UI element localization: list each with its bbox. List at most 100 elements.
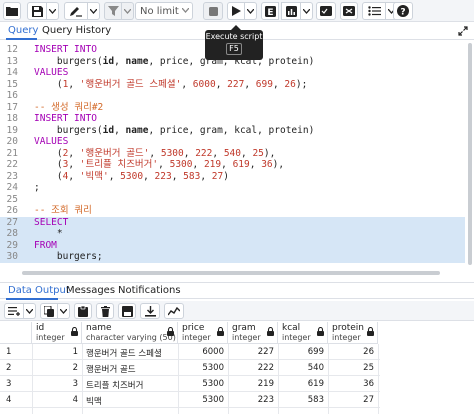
column-header-id[interactable]: id integer (32, 322, 82, 344)
explain-icon: E (264, 5, 276, 17)
editor-line[interactable]: 15 (1, '행운버거 골드 스페셜', 6000, 227, 699, 26… (0, 79, 465, 91)
cell-kcal[interactable]: 540 (278, 363, 324, 373)
cell-protein[interactable]: 27 (328, 395, 374, 405)
add-row-button[interactable] (4, 303, 24, 319)
copy-button[interactable] (40, 303, 58, 319)
code-token: , (272, 78, 285, 90)
sql-editor[interactable]: 30 burgers; 29 FROM 28 * 27 SELECT 26 -- 조회 쿼리 2… (0, 41, 474, 281)
table-row[interactable]: 4 4 빅맥 5300 223 583 27 (0, 392, 380, 408)
editor-line[interactable]: 17 -- 생성 쿼리#2 (0, 102, 465, 114)
add-row-icon (7, 307, 20, 316)
cell-gram[interactable]: 227 (228, 347, 274, 357)
stop-button[interactable] (203, 2, 223, 20)
cell-rownum[interactable]: 2 (6, 363, 11, 373)
commit-button[interactable] (316, 2, 336, 20)
editor-line[interactable]: 20 VALUES (0, 136, 465, 148)
cell-rownum[interactable]: 3 (6, 379, 11, 389)
editor-line[interactable]: 29 FROM (0, 239, 465, 251)
cell-name[interactable]: 행운버거 골드 (86, 363, 136, 375)
code-token: , (143, 170, 155, 182)
save-data-button[interactable] (118, 303, 136, 319)
add-row-dropdown-button[interactable] (24, 303, 36, 319)
tab-query-history[interactable]: Query History (42, 25, 111, 36)
data-output-toolbar (0, 301, 474, 321)
filter-dropdown-button[interactable] (122, 2, 134, 20)
column-header-gram[interactable]: gram integer (228, 322, 278, 344)
table-row[interactable]: 1 1 행운버거 골드 스페셜 6000 227 699 26 (0, 344, 380, 360)
cell-protein[interactable]: 25 (328, 363, 374, 373)
cell-id[interactable]: 4 (32, 395, 78, 405)
column-header-price[interactable]: price integer (178, 322, 228, 344)
editor-vertical-scrollbar[interactable] (468, 43, 472, 265)
tab-notifications[interactable]: Notifications (118, 285, 181, 296)
rollback-button[interactable] (340, 2, 358, 20)
editor-line[interactable]: 21 (2, '행운버거 골드', 5300, 222, 540, 25), (0, 148, 465, 160)
column-header-kcal[interactable]: kcal integer (278, 322, 328, 344)
save-button[interactable] (27, 2, 47, 20)
column-header-protein[interactable]: protein integer (328, 322, 378, 344)
cell-gram[interactable]: 219 (228, 379, 274, 389)
cell-rownum[interactable]: 4 (6, 395, 11, 405)
editor-line[interactable]: 27 SELECT (0, 216, 465, 228)
paste-button[interactable] (74, 303, 92, 319)
editor-line[interactable]: 24; (0, 182, 465, 194)
edit-button[interactable] (64, 2, 88, 20)
explain-dropdown-button[interactable] (301, 2, 313, 20)
cell-gram[interactable]: 222 (228, 363, 274, 373)
help-button[interactable]: ? (393, 2, 413, 20)
editor-line[interactable]: 18 INSERT INTO (0, 113, 465, 125)
cell-name[interactable]: 행운버거 골드 스페셜 (86, 347, 162, 359)
cell-kcal[interactable]: 699 (278, 347, 324, 357)
copy-dropdown-button[interactable] (58, 303, 70, 319)
execute-script-button[interactable] (227, 2, 245, 20)
cell-rownum[interactable]: 1 (6, 347, 11, 357)
editor-line[interactable]: 14 VALUES (0, 67, 465, 79)
open-file-button[interactable] (3, 2, 21, 20)
cell-id[interactable]: 1 (32, 347, 78, 357)
cell-price[interactable]: 5300 (178, 379, 224, 389)
execute-dropdown-button[interactable] (245, 2, 257, 20)
save-dropdown-button[interactable] (47, 2, 59, 20)
graph-visualiser-button[interactable] (164, 303, 184, 319)
editor-horizontal-scrollbar[interactable] (22, 271, 440, 275)
editor-line[interactable]: 16 (0, 90, 465, 102)
save-data-icon (121, 305, 133, 317)
editor-line[interactable]: 22 (3, '트리플 치즈버거', 5300, 219, 619, 36), (0, 159, 465, 171)
cell-id[interactable]: 2 (32, 363, 78, 373)
tab-data-output[interactable]: Data Output (8, 285, 70, 296)
tab-messages[interactable]: Messages (66, 285, 115, 296)
macros-button[interactable] (362, 2, 386, 20)
delete-button[interactable] (96, 303, 114, 319)
editor-line[interactable]: 25 (0, 194, 465, 206)
code-token: 5300 (169, 159, 193, 170)
explain-button[interactable]: E (261, 2, 279, 20)
line-number: 18 (6, 113, 18, 124)
edit-dropdown-button[interactable] (88, 2, 100, 20)
editor-line[interactable]: 23 (4, '빅맥', 5300, 223, 583, 27) (0, 171, 465, 183)
cell-protein[interactable]: 36 (328, 379, 374, 389)
download-button[interactable] (140, 303, 160, 319)
cell-gram[interactable]: 223 (228, 395, 274, 405)
row-limit-select[interactable]: No limit (135, 2, 193, 20)
table-row[interactable]: 3 3 트리플 치즈버거 5300 219 619 36 (0, 376, 380, 392)
cell-price[interactable]: 5300 (178, 395, 224, 405)
cell-price[interactable]: 5300 (178, 363, 224, 373)
filter-button[interactable] (104, 2, 122, 20)
cell-price[interactable]: 6000 (178, 347, 224, 357)
column-header-name[interactable]: name character varying (50) (82, 322, 178, 344)
tab-query[interactable]: Query (8, 25, 38, 36)
cell-protein[interactable]: 26 (328, 347, 374, 357)
editor-line[interactable]: 28 * (0, 228, 465, 240)
editor-line[interactable]: 30 burgers; (0, 251, 465, 263)
cell-kcal[interactable]: 583 (278, 395, 324, 405)
editor-line[interactable]: 19 burgers(id, name, price, gram, kcal, … (0, 125, 465, 137)
editor-line[interactable]: 26 -- 조회 쿼리 (0, 205, 465, 217)
line-number: 24 (6, 182, 18, 193)
cell-name[interactable]: 빅맥 (86, 395, 102, 407)
explain-analyze-button[interactable] (281, 2, 301, 20)
cell-id[interactable]: 3 (32, 379, 78, 389)
cell-name[interactable]: 트리플 치즈버거 (86, 379, 143, 391)
table-row[interactable]: 2 2 행운버거 골드 5300 222 540 25 (0, 360, 380, 376)
cell-kcal[interactable]: 619 (278, 379, 324, 389)
expand-icon[interactable] (458, 26, 468, 36)
